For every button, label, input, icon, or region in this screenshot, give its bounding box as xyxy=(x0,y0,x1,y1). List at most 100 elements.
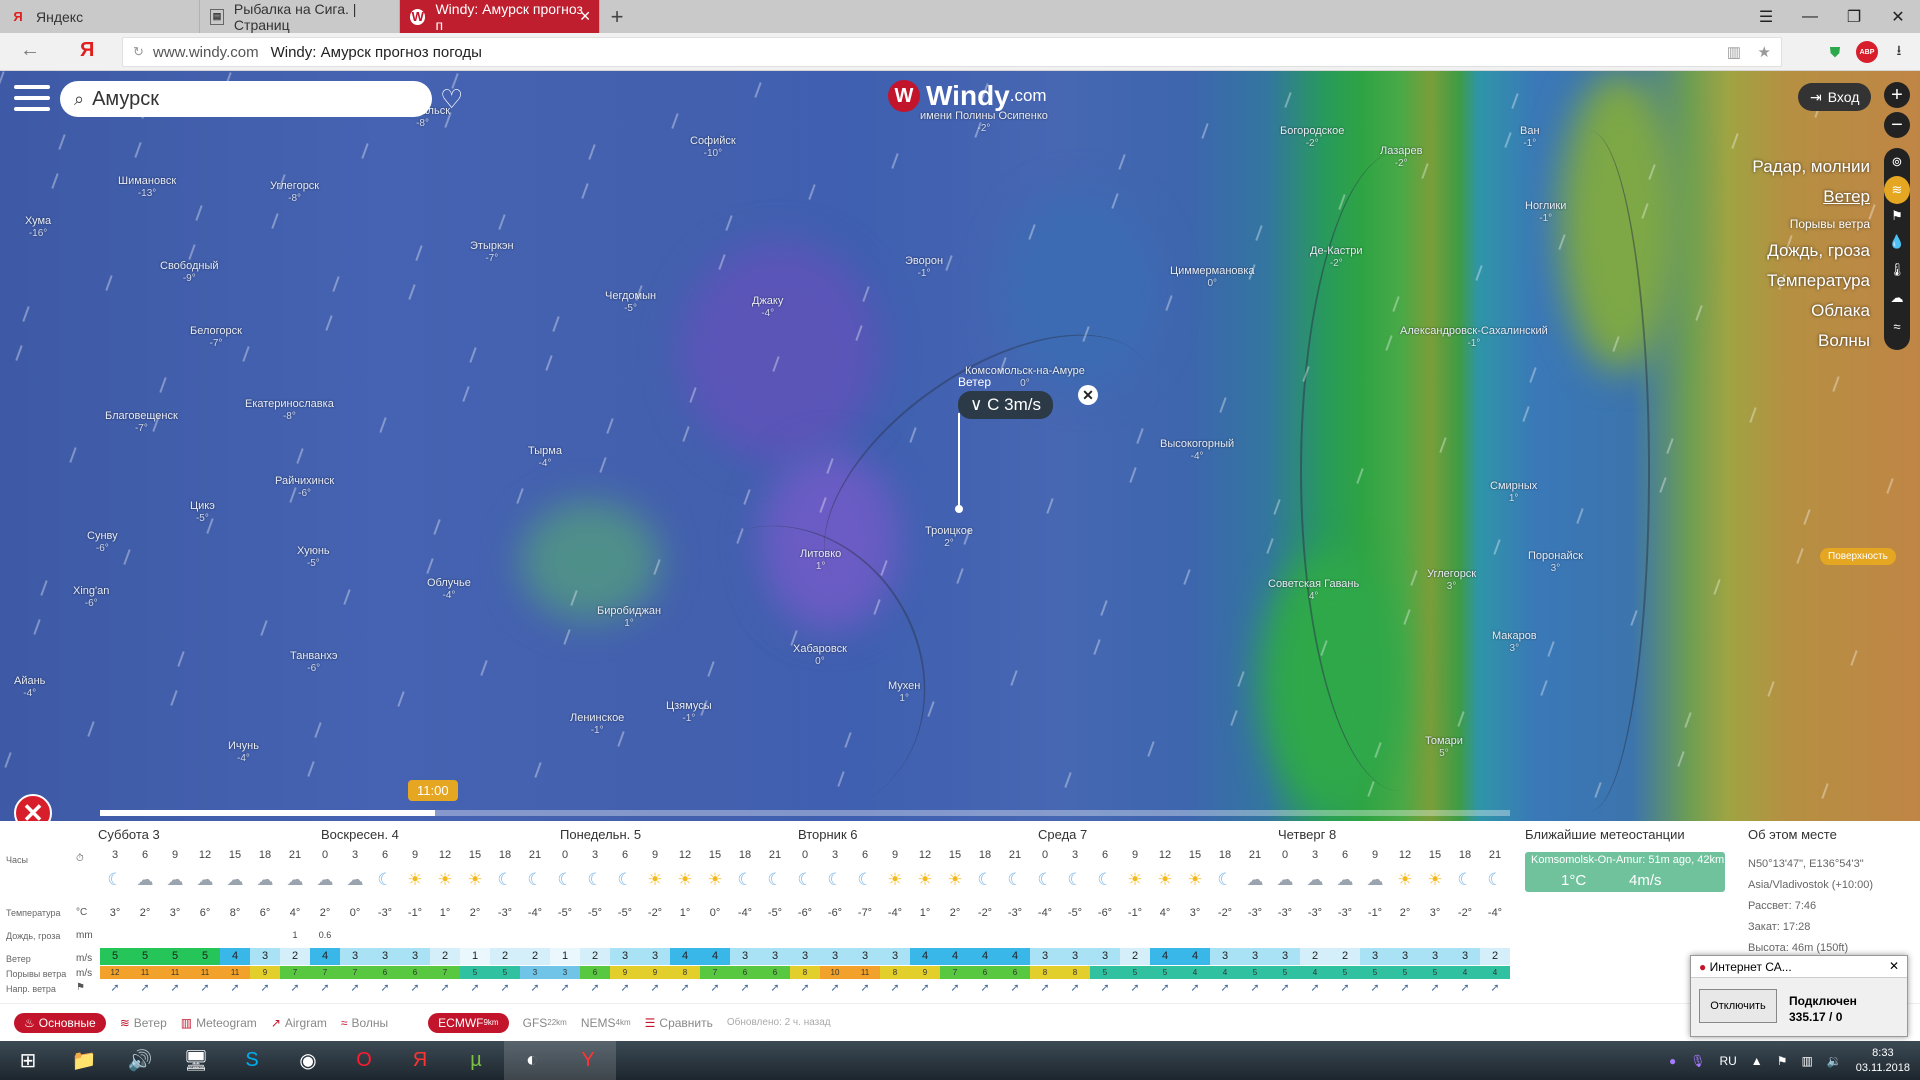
mode-meteogram[interactable]: ▥ Meteogram xyxy=(181,1016,257,1030)
restore-icon[interactable]: ❐ xyxy=(1832,0,1876,33)
weather-map[interactable]: Февральск-8°Софийск-10°имени Полины Осип… xyxy=(0,71,1920,821)
city-label[interactable]: Хабаровск 0° xyxy=(793,643,847,667)
city-label[interactable]: Томари 5° xyxy=(1425,735,1463,759)
layer-item[interactable]: Облака xyxy=(1752,296,1870,326)
city-label[interactable]: Де-Кастри -2° xyxy=(1310,245,1363,269)
speaker-app-icon[interactable]: 🔊 xyxy=(112,1041,168,1080)
city-label[interactable]: Тырма -4° xyxy=(528,445,562,469)
city-label[interactable]: Шимановск -13° xyxy=(118,175,176,199)
city-label[interactable]: имени Полины Осипенко -2° xyxy=(920,110,1048,134)
city-label[interactable]: Xing'an -6° xyxy=(73,585,109,609)
city-label[interactable]: Танванхэ -6° xyxy=(290,650,337,674)
city-label[interactable]: Екатериноcлавка -8° xyxy=(245,398,334,422)
city-label[interactable]: Макаров 3° xyxy=(1492,630,1537,654)
radar-icon[interactable]: ⊚ xyxy=(1884,148,1910,176)
wind-picker[interactable]: Ветер ∨ С 3m/s ✕ xyxy=(955,375,1098,513)
chrome-icon[interactable]: ◉ xyxy=(280,1041,336,1080)
city-label[interactable]: Смирных 1° xyxy=(1490,480,1537,504)
reload-icon[interactable]: ↻ xyxy=(133,44,144,60)
login-button[interactable]: ⇥ Вход xyxy=(1798,83,1872,111)
windy-logo[interactable]: W Windy .com xyxy=(888,80,1047,112)
layer-item[interactable]: Порывы ветра xyxy=(1752,212,1870,236)
clock[interactable]: 8:33 03.11.2018 xyxy=(1856,1046,1910,1076)
layer-item[interactable]: Волны xyxy=(1752,326,1870,356)
city-label[interactable]: Ичунь -4° xyxy=(228,740,259,764)
city-label[interactable]: Джаку -4° xyxy=(752,295,783,319)
city-label[interactable]: Эворон -1° xyxy=(905,255,943,279)
compare-button[interactable]: ☰ Сравнить xyxy=(645,1016,713,1030)
city-label[interactable]: Биробиджан 1° xyxy=(597,605,661,629)
monitor-icon[interactable]: 🖥 xyxy=(168,1041,224,1080)
flag-tray-icon[interactable]: ⚑ xyxy=(1777,1054,1788,1068)
city-label[interactable]: Свободный -9° xyxy=(160,260,219,284)
search-input[interactable]: ⌕ Амурск xyxy=(60,81,432,117)
new-tab-button[interactable]: + xyxy=(600,0,634,33)
city-label[interactable]: Ленинское -1° xyxy=(570,712,624,736)
city-label[interactable]: Сунву -6° xyxy=(87,530,118,554)
city-label[interactable]: Белогорск -7° xyxy=(190,325,242,349)
day-header[interactable]: Вторник 6 xyxy=(798,827,857,842)
volume-icon[interactable]: 🔉 xyxy=(1827,1054,1842,1068)
tray-arrow-icon[interactable]: ▲ xyxy=(1751,1054,1763,1068)
minimize-icon[interactable]: — xyxy=(1788,0,1832,33)
alice-icon[interactable]: ● xyxy=(1669,1054,1676,1068)
city-label[interactable]: Богородское -2° xyxy=(1280,125,1344,149)
mode-waves[interactable]: ≈ Волны xyxy=(341,1016,388,1030)
bookmark-star-icon[interactable]: ★ xyxy=(1758,43,1771,61)
shield-icon[interactable]: ⛊ xyxy=(1824,41,1846,63)
model-gfs[interactable]: GFS 22km xyxy=(523,1016,567,1030)
menu-icon[interactable] xyxy=(14,85,50,113)
city-label[interactable]: Хуюнь -5° xyxy=(297,545,330,569)
mode-basic[interactable]: ♨ Основные xyxy=(14,1012,106,1033)
close-tab-icon[interactable]: ✕ xyxy=(579,8,591,25)
download-icon[interactable]: ⭳ xyxy=(1888,41,1910,63)
reader-icon[interactable]: ▥ xyxy=(1727,43,1741,61)
timeline-time[interactable]: 11:00 xyxy=(408,780,458,801)
tab-yandex[interactable]: Я Яндекс xyxy=(0,0,200,33)
cloud-icon[interactable]: ☁ xyxy=(1884,284,1910,312)
day-header[interactable]: Четверг 8 xyxy=(1278,827,1336,842)
city-label[interactable]: Мухен 1° xyxy=(888,680,920,704)
model-nems[interactable]: NEMS 4km xyxy=(581,1016,631,1030)
city-label[interactable]: Райчихинск -6° xyxy=(275,475,334,499)
thermometer-icon[interactable]: 🌡 xyxy=(1884,256,1910,284)
yandex-home-icon[interactable]: Я xyxy=(80,39,94,62)
city-label[interactable]: Высокогорный -4° xyxy=(1160,438,1234,462)
network-icon[interactable]: ▥ xyxy=(1801,1054,1812,1068)
torrent-icon[interactable]: µ xyxy=(448,1041,504,1080)
layer-item[interactable]: Ветер xyxy=(1752,182,1870,212)
url-field[interactable]: ↻ www.windy.com Windy: Амурск прогноз по… xyxy=(122,37,1782,67)
city-label[interactable]: Литовко 1° xyxy=(800,548,841,572)
day-header[interactable]: Воскресен. 4 xyxy=(321,827,399,842)
city-label[interactable]: Этыркэн -7° xyxy=(470,240,514,264)
start-icon[interactable]: ⊞ xyxy=(0,1041,56,1080)
close-window-icon[interactable]: ✕ xyxy=(1876,0,1920,33)
city-label[interactable]: Лазарев -2° xyxy=(1380,145,1422,169)
tab-fishing[interactable]: ▤ Рыбалка на Сига. | Страниц xyxy=(200,0,400,33)
language[interactable]: RU xyxy=(1719,1054,1736,1068)
mode-wind[interactable]: ≋ Ветер xyxy=(120,1016,167,1030)
close-picker-icon[interactable]: ✕ xyxy=(1078,385,1098,405)
city-label[interactable]: Благовещенск -7° xyxy=(105,410,178,434)
layer-item[interactable]: Дождь, гроза xyxy=(1752,236,1870,266)
browser-icon[interactable]: ◐ xyxy=(504,1041,560,1080)
layer-item[interactable]: Температура xyxy=(1752,266,1870,296)
surface-level-button[interactable]: Поверхность xyxy=(1820,548,1896,565)
picker-dot[interactable] xyxy=(955,505,963,513)
city-label[interactable]: Чегдомын -5° xyxy=(605,290,656,314)
tab-windy[interactable]: W Windy: Амурск прогноз п ✕ xyxy=(400,0,600,33)
zoom-out-button[interactable]: − xyxy=(1884,112,1910,138)
city-label[interactable]: Ван -1° xyxy=(1520,125,1540,149)
wind-icon[interactable]: ≋ xyxy=(1884,176,1910,204)
zoom-in-button[interactable]: + xyxy=(1884,82,1910,108)
menu-icon[interactable]: ☰ xyxy=(1744,0,1788,33)
favorite-heart-icon[interactable]: ♡ xyxy=(440,84,463,115)
vpn-disconnect-button[interactable]: Отключить xyxy=(1699,989,1777,1023)
city-label[interactable]: Александровск-Сахалинский -1° xyxy=(1400,325,1548,349)
layer-item[interactable]: Радар, молнии xyxy=(1752,152,1870,182)
back-arrow-icon[interactable]: ← xyxy=(20,39,40,62)
adblock-icon[interactable]: ABP xyxy=(1856,41,1878,63)
model-ecmwf[interactable]: ECMWF 9km xyxy=(428,1012,509,1033)
city-label[interactable]: Поронайск 3° xyxy=(1528,550,1583,574)
city-label[interactable]: Облучье -4° xyxy=(427,577,471,601)
